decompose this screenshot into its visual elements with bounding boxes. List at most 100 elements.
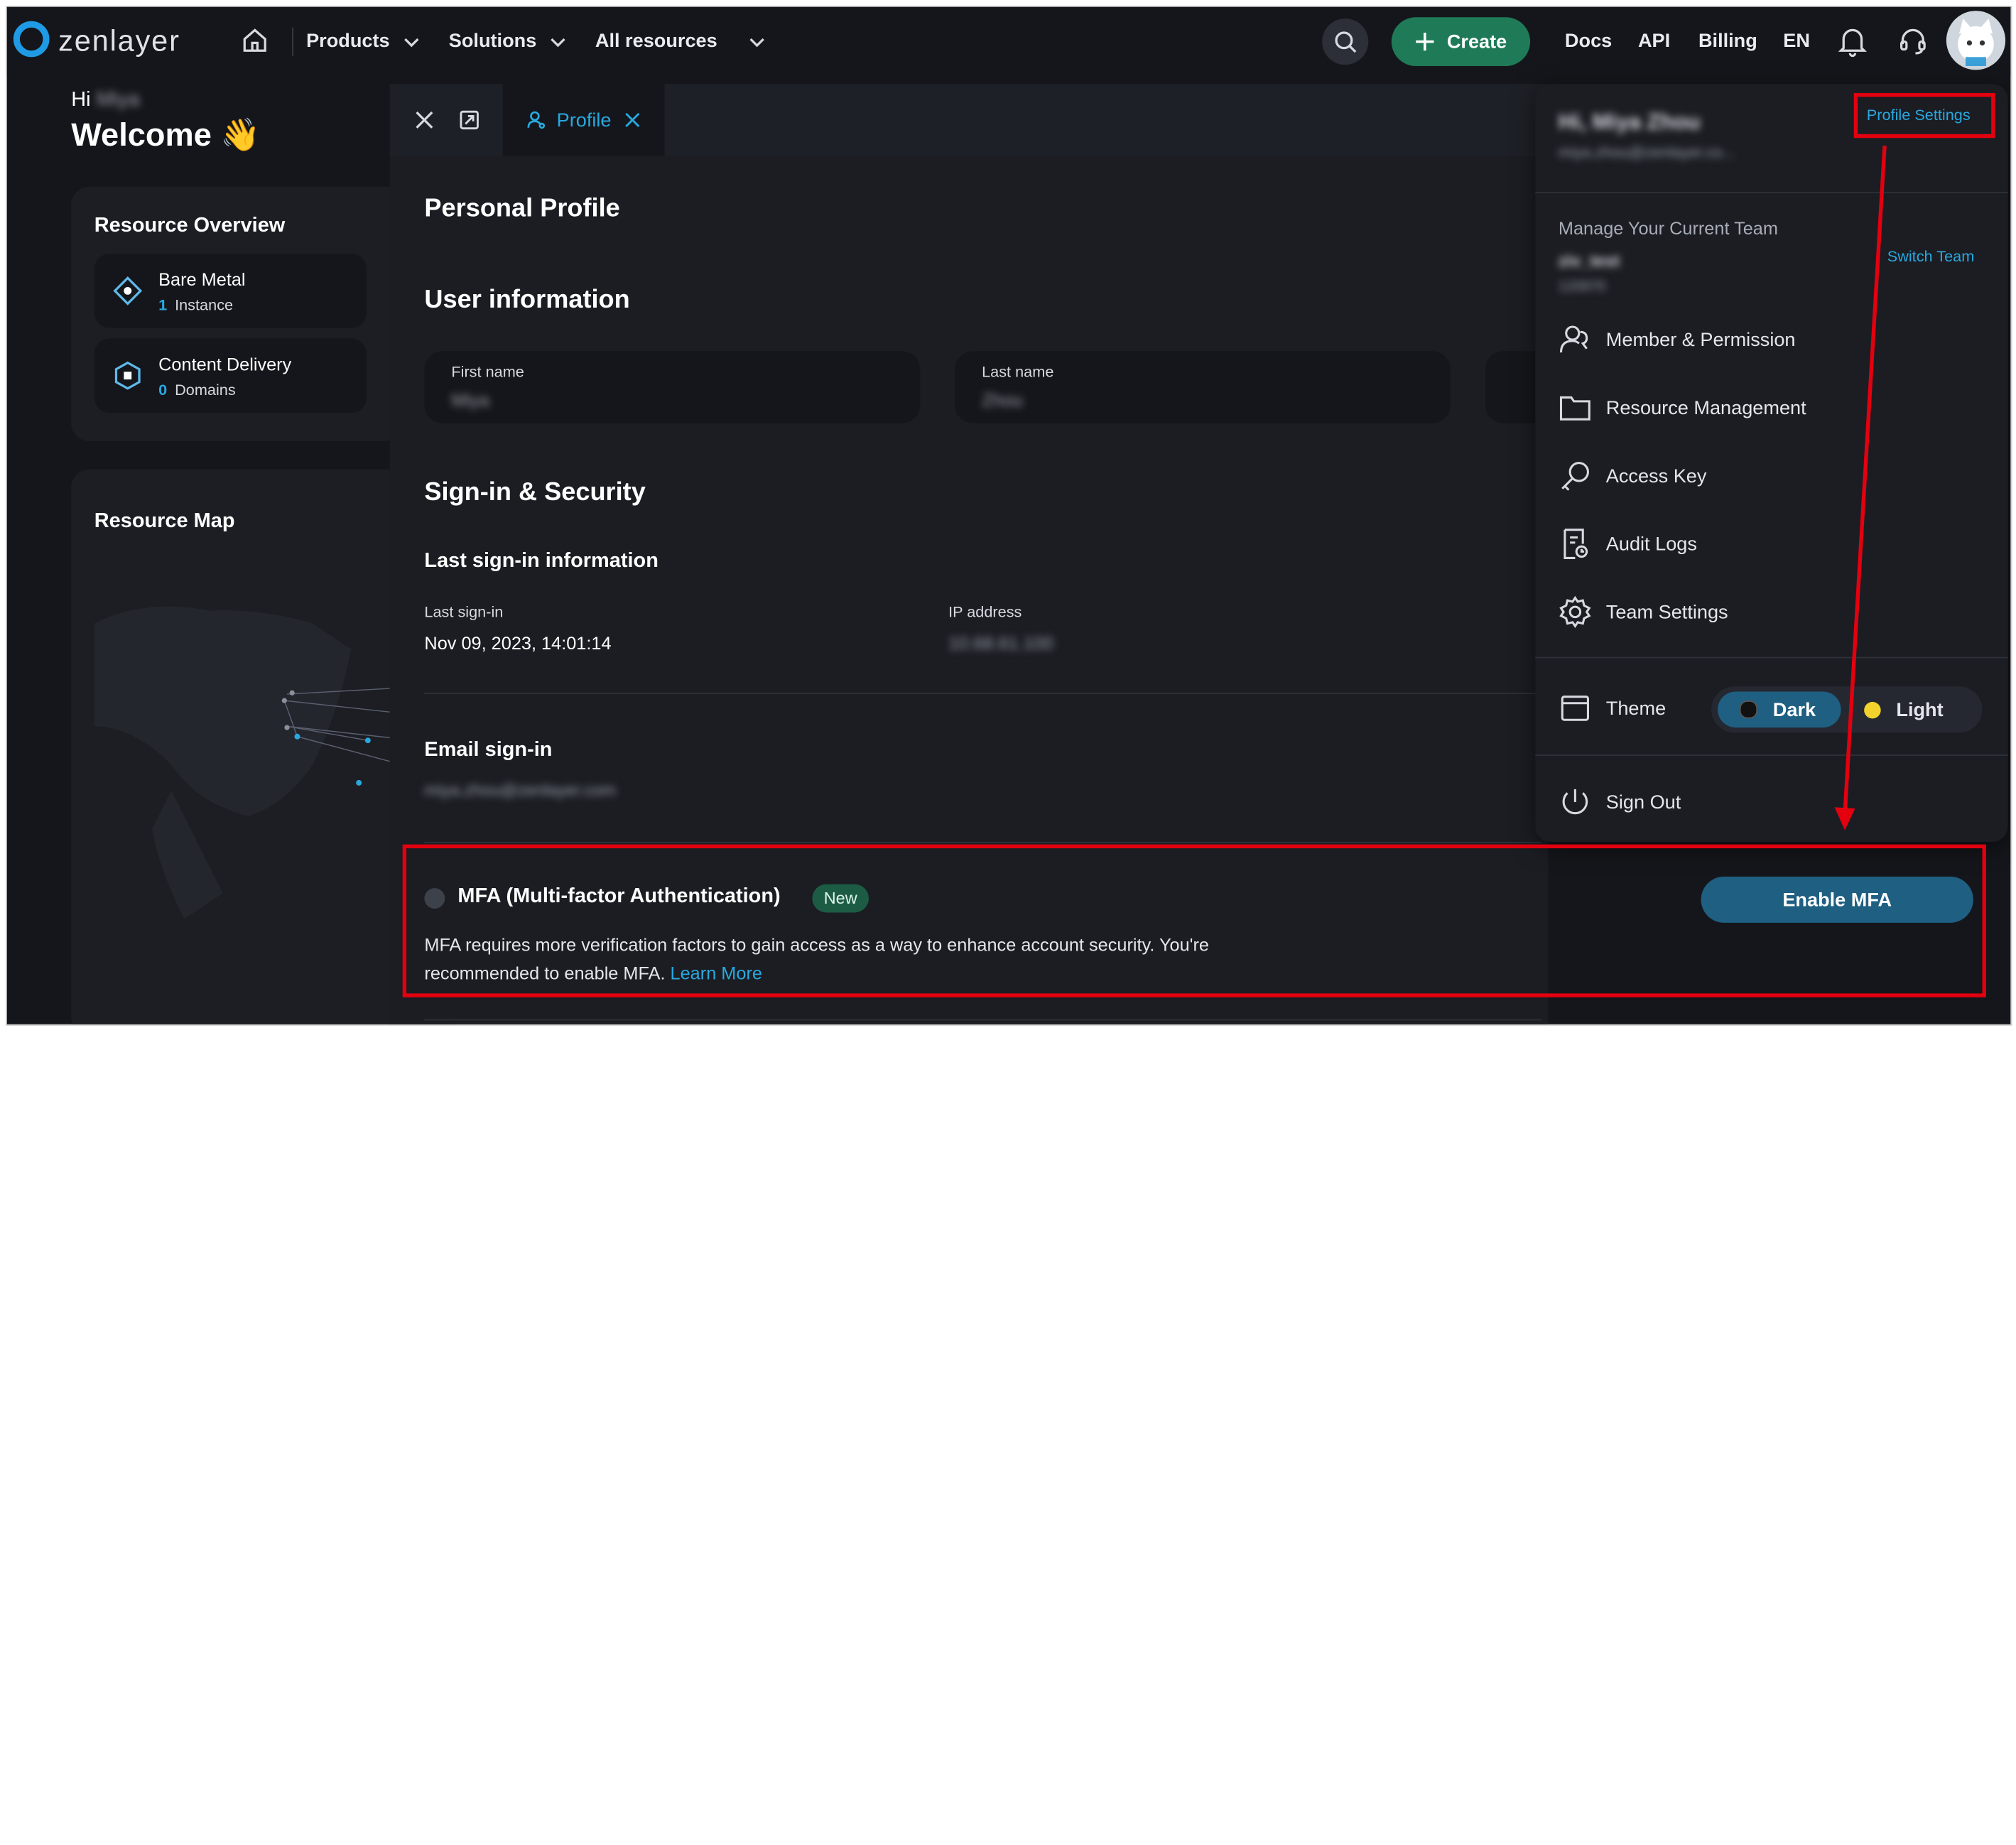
- menu-member-permission[interactable]: Member & Permission: [1559, 320, 1796, 359]
- expand-icon[interactable]: [459, 109, 479, 136]
- bare-metal-icon: [113, 276, 143, 305]
- key-icon: [1561, 462, 1589, 491]
- chevron-down-icon[interactable]: [747, 31, 767, 58]
- first-name-value: Miya: [451, 389, 489, 411]
- menu-resource-management[interactable]: Resource Management: [1559, 389, 1806, 427]
- create-label: Create: [1446, 31, 1507, 53]
- first-name-field[interactable]: First name Miya: [424, 351, 921, 423]
- language-selector[interactable]: EN: [1783, 30, 1810, 52]
- theme-dark-label: Dark: [1772, 698, 1816, 721]
- bare-metal-count: 1: [158, 296, 168, 314]
- first-name-label: First name: [451, 362, 524, 381]
- last-name-value: Zhou: [982, 389, 1023, 411]
- menu-audit-logs-label: Audit Logs: [1605, 533, 1697, 555]
- greeting: Hi Miya: [71, 90, 139, 113]
- team-name: ziv_test: [1558, 251, 1620, 271]
- ip-address-value: 10.68.61.100: [948, 632, 1053, 654]
- divider: [424, 842, 1542, 843]
- divider: [424, 693, 1542, 695]
- home-icon[interactable]: [241, 26, 269, 55]
- user-icon: [527, 111, 546, 129]
- moon-icon: [1739, 700, 1758, 719]
- bare-metal-unit: Instance: [175, 296, 234, 314]
- bare-metal-count-row: 1 Instance: [158, 296, 233, 314]
- folder-icon: [1559, 396, 1590, 421]
- user-email: miya.zhou@zenlayer.co...: [1558, 143, 1735, 161]
- team-header: Manage Your Current Team: [1558, 217, 1778, 239]
- zenlayer-logo-icon[interactable]: [12, 20, 50, 58]
- gear-icon: [1559, 595, 1591, 629]
- highlight-box-mfa: [402, 844, 1986, 997]
- last-name-label: Last name: [982, 362, 1054, 381]
- app-window: zenlayer Products Solutions All resource…: [6, 6, 2012, 1026]
- theme-dark-option[interactable]: Dark: [1718, 691, 1841, 728]
- top-bar: zenlayer Products Solutions All resource…: [6, 6, 2011, 77]
- sign-out-label: Sign Out: [1605, 791, 1681, 813]
- menu-audit-logs[interactable]: Audit Logs: [1559, 524, 1697, 563]
- content-delivery-label: Content Delivery: [158, 353, 292, 374]
- bell-icon[interactable]: [1838, 26, 1868, 63]
- window-icon: [1561, 696, 1589, 721]
- nav-solutions[interactable]: Solutions: [449, 30, 569, 52]
- bare-metal-item[interactable]: Bare Metal 1 Instance: [94, 253, 367, 328]
- support-headset-icon[interactable]: [1897, 26, 1928, 63]
- billing-link[interactable]: Billing: [1698, 30, 1757, 52]
- last-sign-in-title: Last sign-in information: [424, 550, 659, 573]
- annotation-arrow: [1834, 146, 1887, 830]
- content-delivery-unit: Domains: [175, 380, 236, 399]
- avatar[interactable]: [1946, 11, 2006, 70]
- theme-row: Theme: [1559, 689, 1666, 727]
- email-sign-in-title: Email sign-in: [424, 739, 553, 762]
- last-name-field[interactable]: Last name Zhou: [955, 351, 1451, 423]
- content-delivery-item[interactable]: Content Delivery 0 Domains: [94, 338, 367, 413]
- email-value: miya.zhou@zenlayer.com: [424, 780, 616, 800]
- close-icon[interactable]: [414, 109, 435, 136]
- last-sign-in-value: Nov 09, 2023, 14:01:14: [424, 632, 612, 654]
- content-delivery-count-row: 0 Domains: [158, 381, 236, 399]
- highlight-box-profile-settings: [1853, 92, 1995, 139]
- nav-products[interactable]: Products: [306, 30, 422, 52]
- tab-profile[interactable]: Profile: [502, 84, 665, 156]
- theme-label: Theme: [1605, 697, 1667, 720]
- menu-resource-management-label: Resource Management: [1605, 396, 1806, 419]
- menu-team-settings-label: Team Settings: [1605, 601, 1728, 623]
- divider: [424, 1019, 1542, 1021]
- nav-all-resources[interactable]: All resources: [595, 30, 717, 52]
- content-delivery-count: 0: [158, 380, 168, 399]
- audit-log-icon: [1564, 529, 1588, 559]
- menu-team-settings[interactable]: Team Settings: [1559, 593, 1728, 631]
- power-icon: [1562, 789, 1588, 815]
- tab-close-icon[interactable]: [624, 112, 640, 128]
- sign-out-button[interactable]: Sign Out: [1559, 783, 1681, 821]
- last-sign-in-label: Last sign-in: [424, 602, 504, 622]
- greeting-name: Miya: [96, 89, 140, 112]
- brand-name[interactable]: zenlayer: [58, 23, 180, 58]
- menu-access-key[interactable]: Access Key: [1559, 457, 1706, 495]
- resource-overview-title: Resource Overview: [94, 215, 286, 237]
- ip-address-label: IP address: [948, 602, 1022, 622]
- divider: [1535, 656, 2008, 659]
- nav-solutions-label: Solutions: [448, 30, 537, 53]
- content-delivery-icon: [114, 361, 141, 390]
- bare-metal-label: Bare Metal: [158, 269, 246, 290]
- user-greeting: Hi, Miya Zhou: [1558, 109, 1701, 134]
- search-button[interactable]: [1322, 18, 1369, 65]
- members-icon: [1559, 325, 1588, 353]
- user-menu: Hi, Miya Zhou miya.zhou@zenlayer.co... P…: [1535, 84, 2008, 843]
- create-button[interactable]: Create: [1391, 17, 1531, 66]
- welcome-text: Welcome: [71, 117, 212, 153]
- page-title: Personal Profile: [424, 194, 620, 223]
- divider: [1535, 192, 2008, 193]
- tab-profile-label: Profile: [556, 109, 612, 131]
- plus-icon: [1416, 32, 1434, 51]
- api-link[interactable]: API: [1638, 30, 1670, 52]
- divider: [292, 27, 293, 56]
- chevron-down-icon: [551, 37, 566, 47]
- search-icon: [1335, 31, 1357, 53]
- nav-products-label: Products: [306, 30, 390, 53]
- resource-map-title: Resource Map: [94, 510, 235, 533]
- divider: [1535, 754, 2008, 756]
- sign-in-security-title: Sign-in & Security: [424, 478, 646, 507]
- docs-link[interactable]: Docs: [1565, 30, 1612, 52]
- team-id: 120970: [1558, 279, 1606, 295]
